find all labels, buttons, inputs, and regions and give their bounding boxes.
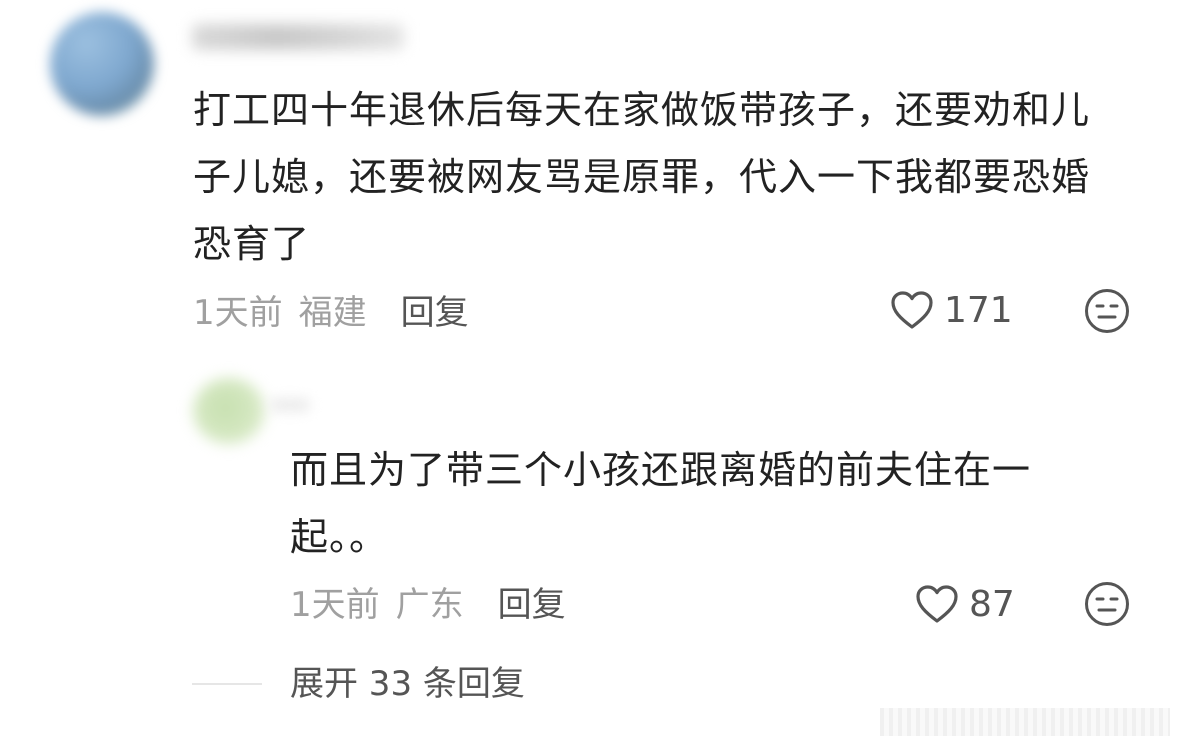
meh-face-icon bbox=[1085, 582, 1129, 626]
watermark bbox=[880, 708, 1170, 736]
expand-divider bbox=[192, 683, 262, 685]
avatar[interactable] bbox=[50, 12, 154, 116]
meh-face-icon bbox=[1085, 289, 1129, 333]
username-blurred[interactable] bbox=[192, 24, 404, 50]
reply-time: 1天前 bbox=[290, 584, 380, 625]
reply-reply-button[interactable]: 回复 bbox=[498, 577, 566, 626]
reply-username-blurred[interactable] bbox=[270, 398, 310, 412]
reply-dislike-button[interactable] bbox=[1084, 581, 1130, 627]
like-button[interactable]: 171 bbox=[890, 285, 1013, 335]
comment-location: 福建 bbox=[298, 292, 367, 333]
dislike-button[interactable] bbox=[1084, 288, 1130, 334]
reply-button[interactable]: 回复 bbox=[401, 285, 469, 334]
heart-outline-icon bbox=[890, 290, 934, 330]
expand-replies-button[interactable]: 展开 33 条回复 bbox=[290, 660, 525, 708]
reply-avatar[interactable] bbox=[193, 378, 265, 444]
reply-like-count: 87 bbox=[969, 583, 1015, 625]
comment-time: 1天前 bbox=[193, 292, 283, 333]
like-count: 171 bbox=[944, 289, 1013, 331]
comment-thread: 打工四十年退休后每天在家做饭带孩子，还要劝和儿子儿媳，还要被网友骂是原罪，代入一… bbox=[0, 0, 1179, 751]
reply-text: 而且为了带三个小孩还跟离婚的前夫住在一起。。 bbox=[290, 448, 1032, 559]
comment-text: 打工四十年退休后每天在家做饭带孩子，还要劝和儿子儿媳，还要被网友骂是原罪，代入一… bbox=[193, 88, 1091, 266]
comment-meta: 1天前 福建 回复 bbox=[193, 285, 469, 334]
reply-like-button[interactable]: 87 bbox=[915, 579, 1015, 629]
reply-meta: 1天前 广东 回复 bbox=[290, 577, 566, 626]
heart-outline-icon bbox=[915, 584, 959, 624]
reply-location: 广东 bbox=[395, 584, 464, 625]
